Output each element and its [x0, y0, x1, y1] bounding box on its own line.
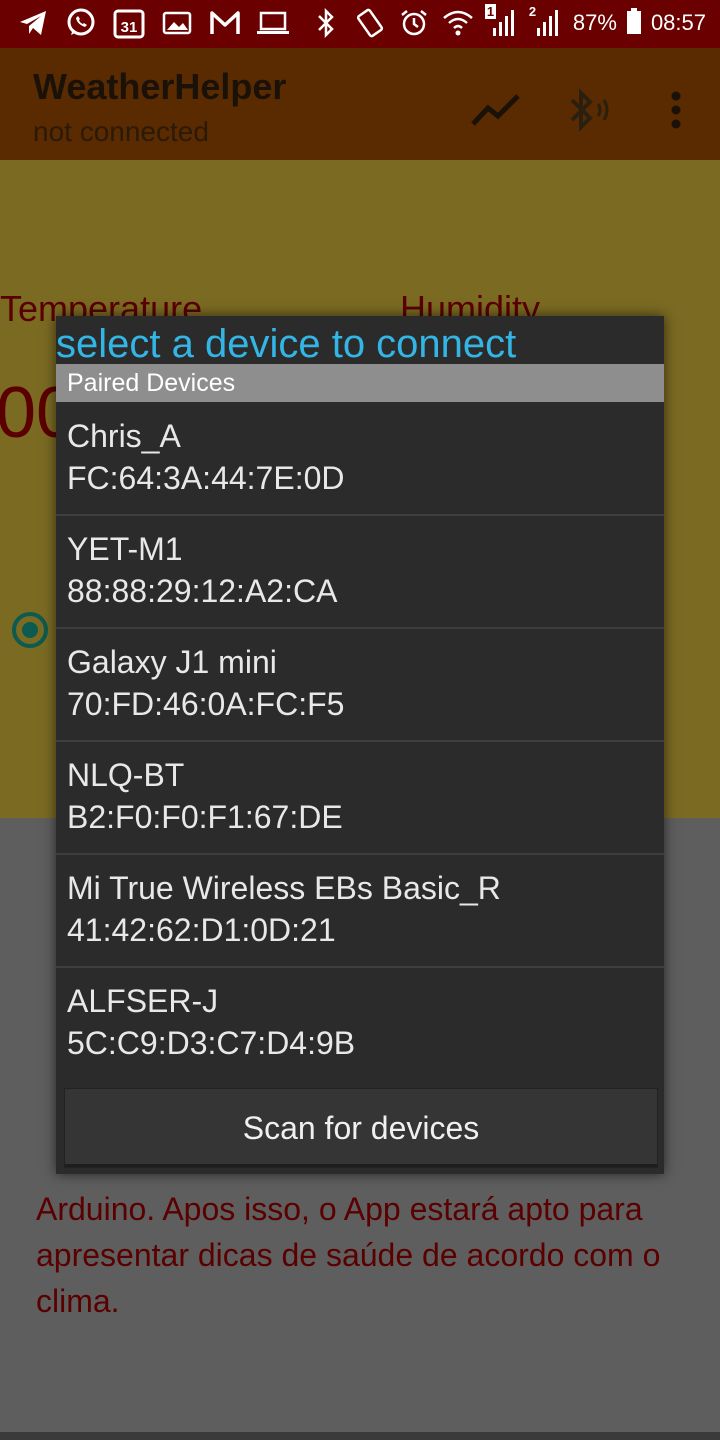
calendar-icon: 31	[112, 6, 146, 40]
telegram-icon	[16, 6, 50, 40]
radio-button[interactable]	[12, 612, 48, 648]
whatsapp-icon	[64, 6, 98, 40]
device-address: 41:42:62:D1:0D:21	[67, 912, 336, 948]
device-address: 88:88:29:12:A2:CA	[67, 573, 338, 609]
chart-icon[interactable]	[470, 84, 522, 136]
app-bar: WeatherHelper not connected	[0, 48, 720, 160]
sim1-badge: 1	[484, 4, 497, 19]
device-item[interactable]: Chris_A FC:64:3A:44:7E:0D	[56, 402, 664, 516]
device-name: YET-M1	[67, 531, 183, 567]
signal-icon: 2	[528, 4, 563, 40]
battery-icon	[626, 7, 641, 39]
bluetooth-audio-icon[interactable]	[566, 84, 618, 136]
clock: 08:57	[650, 10, 706, 35]
sim2-badge: 2	[528, 4, 537, 19]
bottom-border	[0, 1432, 720, 1440]
wifi-icon	[441, 6, 475, 40]
calendar-day: 31	[121, 19, 138, 36]
device-address: 5C:C9:D3:C7:D4:9B	[67, 1025, 356, 1061]
status-bar: 31 1 2 87% 08:57	[0, 0, 720, 48]
paired-devices-header: Paired Devices	[56, 364, 664, 402]
dialog-title: select a device to connect	[56, 322, 517, 366]
device-name: ALFSER-J	[67, 983, 219, 1019]
device-name: Mi True Wireless EBs Basic_R	[67, 870, 501, 906]
device-dialog: select a device to connect Paired Device…	[56, 316, 664, 1174]
device-address: FC:64:3A:44:7E:0D	[67, 460, 345, 496]
battery-percent: 87%	[572, 10, 617, 35]
device-item[interactable]: ALFSER-J 5C:C9:D3:C7:D4:9B	[56, 967, 664, 1079]
bluetooth-icon	[309, 6, 343, 40]
gmail-icon	[208, 6, 242, 40]
device-address: 70:FD:46:0A:FC:F5	[67, 686, 345, 722]
info-text: Arduino. Apos isso, o App estará apto pa…	[36, 1191, 661, 1319]
device-item[interactable]: Mi True Wireless EBs Basic_R 41:42:62:D1…	[56, 854, 664, 968]
device-address: B2:F0:F0:F1:67:DE	[67, 799, 343, 835]
device-item[interactable]: NLQ-BT B2:F0:F0:F1:67:DE	[56, 741, 664, 855]
rotate-icon	[353, 6, 387, 40]
connection-status: not connected	[33, 116, 209, 147]
more-vert-icon[interactable]	[650, 84, 702, 136]
paired-devices-label: Paired Devices	[67, 369, 236, 397]
scan-for-devices-button[interactable]: Scan for devices	[64, 1088, 658, 1168]
device-item[interactable]: YET-M1 88:88:29:12:A2:CA	[56, 515, 664, 629]
device-item[interactable]: Galaxy J1 mini 70:FD:46:0A:FC:F5	[56, 628, 664, 742]
device-name: NLQ-BT	[67, 757, 185, 793]
device-name: Chris_A	[67, 418, 181, 454]
signal-icon: 1	[484, 4, 519, 40]
device-name: Galaxy J1 mini	[67, 644, 277, 680]
gallery-icon	[160, 6, 194, 40]
app-title: WeatherHelper	[33, 66, 287, 107]
alarm-icon	[397, 6, 431, 40]
laptop-icon	[256, 6, 290, 40]
